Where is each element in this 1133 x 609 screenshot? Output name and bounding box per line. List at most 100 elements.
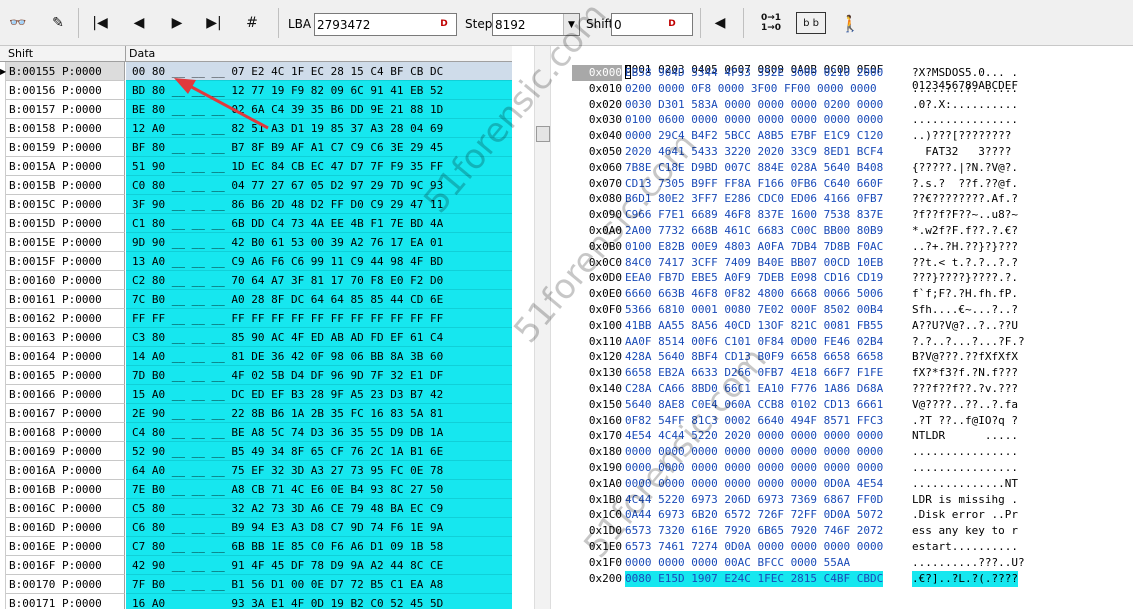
table-row[interactable]: B:00156 P:0000 BD 80 __ __ __ 12 77 19 F9… <box>0 81 512 100</box>
last-icon[interactable]: ▶| <box>200 8 228 38</box>
hex-bytes[interactable]: 4E54 4C44 5220 2020 0000 0000 0000 0000 <box>625 428 883 444</box>
hex-row[interactable]: 0x000 EB58 904D 5344 4F53 352E 3000 0210 … <box>552 65 1133 81</box>
table-row[interactable]: B:00163 P:0000 C3 80 __ __ __ 85 90 AC 4F… <box>0 328 512 347</box>
hex-row[interactable]: 0x040 0000 29C4 B4F2 5BCC A8B5 E7BF E1C9 … <box>552 128 1133 144</box>
cell-data[interactable]: 42 90 __ __ __ 91 4F 45 DF 78 D9 9A A2 4… <box>126 556 512 575</box>
cell-data[interactable]: 7C B0 __ __ __ A0 28 8F DC 64 64 85 85 4… <box>126 290 512 309</box>
cell-shift[interactable]: B:00161 P:0000 <box>6 290 125 309</box>
table-row[interactable]: B:0016C P:0000 C5 80 __ __ __ 32 A2 73 3D… <box>0 499 512 518</box>
chevron-down-icon[interactable]: ▼ <box>563 14 579 35</box>
hex-bytes[interactable]: 0000 0000 0000 0000 0000 0000 0D0A 4E54 <box>625 476 883 492</box>
hex-bytes[interactable]: 2020 4641 5433 3220 2020 33C9 8ED1 BCF4 <box>625 144 883 160</box>
ascii-text[interactable]: f`f;F?.?H.fh.fP. <box>912 286 1018 302</box>
ascii-text[interactable]: A??U?V@?..?..??U <box>912 318 1018 334</box>
hex-row[interactable]: 0x100 41BB AA55 8A56 40CD 13OF 821C 0081 … <box>552 318 1133 334</box>
cell-data[interactable]: 51 90 __ __ __ 1D EC 84 CB EC 47 D7 7F F… <box>126 157 512 176</box>
cell-shift[interactable]: B:0015B P:0000 <box>6 176 125 195</box>
exit-icon[interactable]: 🚶 <box>836 8 864 38</box>
hex-row[interactable]: 0x0F0 5366 6810 0001 0080 7E02 000F 8502 … <box>552 302 1133 318</box>
hex-row[interactable]: 0x190 0000 0000 0000 0000 0000 0000 0000 … <box>552 460 1133 476</box>
table-row[interactable]: B:0015C P:0000 3F 90 __ __ __ 86 B6 2D 48… <box>0 195 512 214</box>
cell-shift[interactable]: B:00165 P:0000 <box>6 366 125 385</box>
cell-data[interactable]: 12 A0 __ __ __ 82 51 A3 D1 19 85 37 A3 2… <box>126 119 512 138</box>
binoculars-icon[interactable]: 👓 <box>4 8 32 38</box>
cell-data[interactable]: BE 80 __ __ __ 02 6A C4 39 35 B6 DD 9E 2… <box>126 100 512 119</box>
ascii-text[interactable]: .€?]..?L.?(.???? <box>912 570 1018 587</box>
hex-row[interactable]: 0x130 6658 EB2A 6633 D266 0FB7 4E18 66F7 … <box>552 365 1133 381</box>
ascii-text[interactable]: Sfh....€~...?..? <box>912 302 1018 318</box>
hex-bytes[interactable]: 0000 0000 0000 0000 0000 0000 0000 0000 <box>625 460 883 476</box>
cell-shift[interactable]: B:00171 P:0000 <box>6 594 125 609</box>
cell-data[interactable]: C1 80 __ __ __ 6B DD C4 73 4A EE 4B F1 7… <box>126 214 512 233</box>
ascii-text[interactable]: ??t.< t.?.?..?.? <box>912 255 1018 271</box>
ascii-text[interactable]: LDR is missihg . <box>912 492 1018 508</box>
cell-shift[interactable]: B:00167 P:0000 <box>6 404 125 423</box>
cell-data[interactable]: 52 90 __ __ __ B5 49 34 8F 65 CF 76 2C 1… <box>126 442 512 461</box>
table-row[interactable]: B:0015B P:0000 C0 80 __ __ __ 04 77 27 67… <box>0 176 512 195</box>
hex-bytes[interactable]: 428A 5640 8BF4 CD13 B0F9 6658 6658 6658 <box>625 349 883 365</box>
table-row[interactable]: B:00170 P:0000 7F B0 __ __ __ B1 56 D1 00… <box>0 575 512 594</box>
cell-data[interactable]: 13 A0 __ __ __ C9 A6 F6 C6 99 11 C9 44 9… <box>126 252 512 271</box>
ascii-text[interactable]: ..?+.?H.??}?}??? <box>912 239 1018 255</box>
cell-data[interactable]: 7F B0 __ __ __ B1 56 D1 00 0E D7 72 B5 C… <box>126 575 512 594</box>
prev-icon[interactable]: ◀ <box>125 8 153 38</box>
cell-shift[interactable]: B:00163 P:0000 <box>6 328 125 347</box>
table-row[interactable]: B:0016B P:0000 7E B0 __ __ __ A8 CB 71 4C… <box>0 480 512 499</box>
cell-data[interactable]: 14 A0 __ __ __ 81 DE 36 42 0F 98 06 BB 8… <box>126 347 512 366</box>
hex-row[interactable]: 0x070 CD13 7305 B9FF FF8A F166 0FB6 C640 … <box>552 176 1133 192</box>
cell-data[interactable]: C2 80 __ __ __ 70 64 A7 3F 81 17 70 F8 E… <box>126 271 512 290</box>
cell-data[interactable]: 2E 90 __ __ __ 22 8B B6 1A 2B 35 FC 16 8… <box>126 404 512 423</box>
column-header-data[interactable]: Data <box>129 47 155 60</box>
cell-data[interactable]: C6 80 __ __ __ B9 94 E3 A3 D8 C7 9D 74 F… <box>126 518 512 537</box>
cell-shift[interactable]: B:00166 P:0000 <box>6 385 125 404</box>
ascii-text[interactable]: ?.?..?...?...?F.? <box>912 334 1025 350</box>
decimal-spin-icon[interactable]: D <box>663 15 681 33</box>
hex-row[interactable]: 0x0E0 6660 663B 46F8 0F82 4800 6668 0066 … <box>552 286 1133 302</box>
hex-bytes[interactable]: 0F82 54FF 81C3 0002 6640 494F 8571 FFC3 <box>625 413 883 429</box>
table-row[interactable]: B:00171 P:0000 16 A0 __ __ __ 93 3A E1 4F… <box>0 594 512 609</box>
hex-bytes[interactable]: 0000 0000 0000 00AC BFCC 0000 55AA <box>625 555 850 571</box>
hex-bytes[interactable]: B6D1 80E2 3FF7 E286 CDC0 ED06 4166 0FB7 <box>625 191 883 207</box>
toggle-bits-icon[interactable]: 0→1 1→0 <box>754 8 788 38</box>
hex-bytes[interactable]: 0080 E15D 1907 E24C 1FEC 2815 C4BF CBDC <box>625 570 884 587</box>
table-row[interactable]: B:0015E P:0000 9D 90 __ __ __ 42 B0 61 53… <box>0 233 512 252</box>
hex-bytes[interactable]: EB58 904D 5344 4F53 352E 3000 0210 2000 <box>625 65 883 81</box>
cell-shift[interactable]: B:00162 P:0000 <box>6 309 125 328</box>
cell-data[interactable]: 00 80 __ __ __ 07 E2 4C 1F EC 28 15 C4 B… <box>126 62 512 81</box>
cell-shift[interactable]: B:00164 P:0000 <box>6 347 125 366</box>
hex-row[interactable]: 0x0B0 0100 E82B 00E9 4803 A0FA 7DB4 7D8B … <box>552 239 1133 255</box>
table-row[interactable]: B:0016A P:0000 64 A0 __ __ __ 75 EF 32 3D… <box>0 461 512 480</box>
hex-row[interactable]: 0x0A0 2A00 7732 668B 461C 6683 C00C BB00 … <box>552 223 1133 239</box>
hex-row[interactable]: 0x1E0 6573 7461 7274 0D0A 0000 0000 0000 … <box>552 539 1133 555</box>
cell-data[interactable]: C5 80 __ __ __ 32 A2 73 3D A6 CE 79 48 B… <box>126 499 512 518</box>
hex-row[interactable]: 0x010 0200 0000 0F8 0000 3F00 FF00 0000 0… <box>552 81 1133 97</box>
hex-bytes[interactable]: 0000 0000 0000 0000 0000 0000 0000 0000 <box>625 444 883 460</box>
ascii-text[interactable]: .....?..?. ..... <box>912 81 1018 97</box>
hex-row[interactable]: 0x1D0 6573 7320 616E 7920 6B65 7920 746F … <box>552 523 1133 539</box>
ascii-text[interactable]: ................ <box>912 460 1018 476</box>
ascii-text[interactable]: NTLDR ..... <box>912 428 1018 444</box>
ascii-text[interactable]: ess any key to r <box>912 523 1018 539</box>
hex-bytes[interactable]: AA0F 8514 00F6 C101 0F84 0D00 FE46 02B4 <box>625 334 883 350</box>
cell-shift[interactable]: B:00170 P:0000 <box>6 575 125 594</box>
hex-row[interactable]: 0x150 5640 8AE8 C0E4 060A CCB8 0102 CD13 … <box>552 397 1133 413</box>
hex-row[interactable]: 0x1F0 0000 0000 0000 00AC BFCC 0000 55AA.… <box>552 555 1133 571</box>
hex-row[interactable]: 0x120 428A 5640 8BF4 CD13 B0F9 6658 6658 … <box>552 349 1133 365</box>
cell-data[interactable]: 7E B0 __ __ __ A8 CB 71 4C E6 0E B4 93 8… <box>126 480 512 499</box>
hex-bytes[interactable]: 5640 8AE8 C0E4 060A CCB8 0102 CD13 6661 <box>625 397 883 413</box>
table-row[interactable]: B:0016F P:0000 42 90 __ __ __ 91 4F 45 DF… <box>0 556 512 575</box>
table-row[interactable]: B:00157 P:0000 BE 80 __ __ __ 02 6A C4 39… <box>0 100 512 119</box>
hex-bytes[interactable]: 6660 663B 46F8 0F82 4800 6668 0066 5006 <box>625 286 883 302</box>
column-header-shift[interactable]: Shift <box>8 47 33 60</box>
ascii-text[interactable]: B?V@???.??fXfXfX <box>912 349 1018 365</box>
cell-data[interactable]: C3 80 __ __ __ 85 90 AC 4F ED AB AD FD E… <box>126 328 512 347</box>
hex-bytes[interactable]: CD13 7305 B9FF FF8A F166 0FB6 C640 660F <box>625 176 883 192</box>
cell-data[interactable]: 9D 90 __ __ __ 42 B0 61 53 00 39 A2 76 1… <box>126 233 512 252</box>
ascii-text[interactable]: *.w2f?F.f??.?.€? <box>912 223 1018 239</box>
table-row[interactable]: B:00164 P:0000 14 A0 __ __ __ 81 DE 36 42… <box>0 347 512 366</box>
hex-bytes[interactable]: C28A CA66 8BD0 66C1 EA10 F776 1A86 D68A <box>625 381 883 397</box>
ascii-text[interactable]: ..)???[???????? <box>912 128 1018 144</box>
hex-row[interactable]: 0x1B0 4C44 5220 6973 206D 6973 7369 6867 … <box>552 492 1133 508</box>
hex-bytes[interactable]: 0200 0000 0F8 0000 3F00 FF00 0000 0000 <box>625 81 877 97</box>
cell-shift[interactable]: B:00169 P:0000 <box>6 442 125 461</box>
